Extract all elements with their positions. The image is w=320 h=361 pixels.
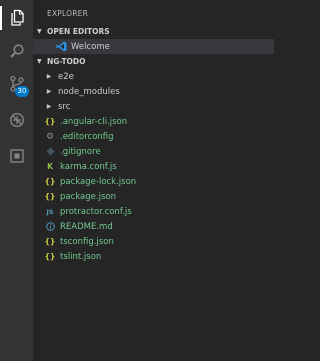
file-package-json[interactable]: {} package.json bbox=[33, 189, 274, 204]
open-editor-label: Welcome bbox=[71, 41, 110, 52]
git-icon bbox=[44, 146, 56, 158]
folder-label: src bbox=[58, 101, 71, 112]
json-icon: {} bbox=[44, 237, 56, 246]
karma-icon: K bbox=[47, 162, 53, 171]
project-label: NG-TODO bbox=[47, 56, 86, 66]
file-gitignore[interactable]: .gitignore bbox=[33, 144, 274, 159]
js-icon: JS bbox=[46, 207, 54, 216]
chevron-right-icon: ▶ bbox=[46, 88, 52, 95]
search-activity-button[interactable] bbox=[0, 37, 33, 65]
extensions-icon bbox=[9, 149, 24, 163]
folder-label: e2e bbox=[58, 71, 74, 82]
json-icon: {} bbox=[44, 177, 56, 186]
open-editors-header[interactable]: ▼ OPEN EDITORS bbox=[33, 24, 274, 38]
explorer-activity-button[interactable] bbox=[0, 4, 33, 32]
files-icon bbox=[10, 9, 24, 26]
file-protractor-conf-js[interactable]: JS protractor.conf.js bbox=[33, 204, 274, 219]
search-icon bbox=[9, 44, 24, 58]
folder-e2e[interactable]: ▶ e2e bbox=[33, 69, 274, 84]
file-label: package-lock.json bbox=[60, 176, 137, 187]
open-editors-label: OPEN EDITORS bbox=[47, 26, 110, 36]
file-angular-cli-json[interactable]: {} .angular-cli.json bbox=[33, 114, 274, 129]
file-package-lock-json[interactable]: {} package-lock.json bbox=[33, 174, 274, 189]
gear-icon: ⚙ bbox=[45, 131, 55, 142]
file-karma-conf-js[interactable]: K karma.conf.js bbox=[33, 159, 274, 174]
file-label: karma.conf.js bbox=[60, 161, 117, 172]
debug-icon bbox=[9, 112, 24, 128]
file-label: tslint.json bbox=[60, 251, 102, 262]
chevron-down-icon: ▼ bbox=[37, 27, 42, 35]
file-label: package.json bbox=[60, 191, 116, 202]
chevron-right-icon: ▶ bbox=[46, 73, 52, 80]
explorer-title: EXPLORER bbox=[47, 9, 88, 18]
explorer-sidebar: EXPLORER ▼ OPEN EDITORS Welcome ▼ NG-TOD… bbox=[33, 0, 274, 361]
vscode-icon bbox=[55, 41, 67, 53]
file-label: .angular-cli.json bbox=[60, 116, 128, 127]
file-label: tsconfig.json bbox=[60, 236, 114, 247]
file-label: protractor.conf.js bbox=[60, 206, 132, 217]
folder-src[interactable]: ▶ src bbox=[33, 99, 274, 114]
file-readme-md[interactable]: README.md bbox=[33, 219, 274, 234]
chevron-down-icon: ▼ bbox=[37, 57, 42, 65]
json-icon: {} bbox=[44, 252, 56, 261]
info-icon bbox=[44, 221, 56, 233]
file-tsconfig-json[interactable]: {} tsconfig.json bbox=[33, 234, 274, 249]
source-control-badge: 30 bbox=[15, 86, 29, 97]
open-editor-item-welcome[interactable]: Welcome bbox=[33, 39, 274, 54]
json-icon: {} bbox=[44, 192, 56, 201]
activity-bar: 30 bbox=[0, 0, 33, 361]
extensions-activity-button[interactable] bbox=[0, 142, 33, 170]
file-label: .editorconfig bbox=[60, 131, 114, 142]
debug-activity-button[interactable] bbox=[0, 106, 33, 134]
file-label: .gitignore bbox=[60, 146, 101, 157]
file-editorconfig[interactable]: ⚙ .editorconfig bbox=[33, 129, 274, 144]
folder-node-modules[interactable]: ▶ node_modules bbox=[33, 84, 274, 99]
json-icon: {} bbox=[44, 117, 56, 126]
file-tslint-json[interactable]: {} tslint.json bbox=[33, 249, 274, 264]
file-label: README.md bbox=[60, 221, 113, 232]
source-control-activity-button[interactable]: 30 bbox=[0, 70, 33, 98]
folder-label: node_modules bbox=[58, 86, 120, 97]
project-header[interactable]: ▼ NG-TODO bbox=[33, 54, 274, 68]
chevron-right-icon: ▶ bbox=[46, 103, 52, 110]
